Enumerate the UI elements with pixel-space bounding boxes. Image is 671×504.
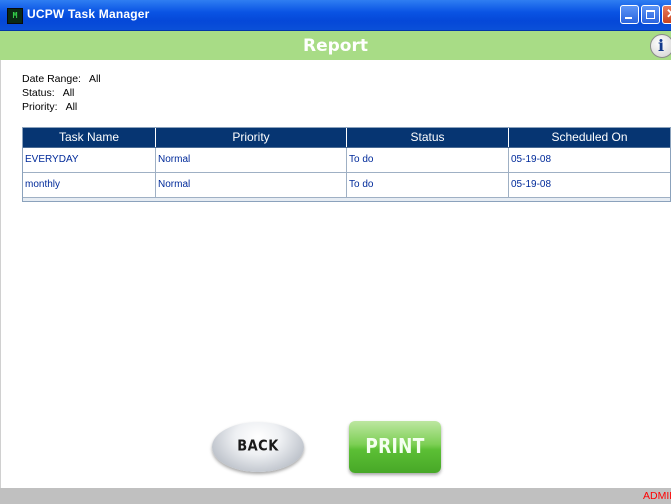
cell-priority: Normal [156,148,347,172]
minimize-icon [625,17,632,19]
cell-task-name: monthly [23,173,156,197]
close-button[interactable]: ✕ [662,5,671,24]
table-footer-edge [23,198,670,201]
app-icon: M [7,8,23,24]
info-icon-glyph: i [658,36,665,55]
print-button[interactable]: PRINT [349,421,441,473]
cell-status: To do [347,173,509,197]
maximize-icon [646,10,655,19]
priority-label: Priority: [22,101,58,113]
print-button-label: PRINT [365,435,425,459]
status-bar: ADMIN [0,488,671,504]
cell-priority: Normal [156,173,347,197]
minimize-button[interactable] [620,5,639,24]
date-range-value: All [88,73,101,85]
info-icon[interactable]: i [650,34,671,58]
priority-value: All [65,101,78,113]
table-row[interactable]: EVERYDAY Normal To do 05-19-08 [23,148,670,173]
window-title: UCPW Task Manager [27,7,150,21]
logged-in-user: ADMIN [643,490,671,502]
page-title: Report [303,36,368,56]
status-label: Status: [22,87,55,99]
column-header-task-name[interactable]: Task Name [23,128,156,147]
date-range-filter: Date Range: All [22,72,101,86]
window-title-bar[interactable]: M UCPW Task Manager ✕ [0,0,671,31]
cell-scheduled-on: 05-19-08 [511,154,552,165]
table-header: Task Name Priority Status Scheduled On [23,128,670,148]
column-header-priority[interactable]: Priority [156,128,347,147]
cell-status: To do [347,148,509,172]
task-report-table[interactable]: Task Name Priority Status Scheduled On E… [22,127,671,202]
status-filter: Status: All [22,86,101,100]
window-left-border [0,60,1,488]
priority-filter: Priority: All [22,100,101,114]
maximize-button[interactable] [641,5,660,24]
table-row[interactable]: monthly Normal To do 05-19-08 [23,173,670,198]
cell-scheduled-on: 05-19-08 [511,179,552,190]
back-button[interactable]: BACK [212,422,304,472]
back-button-label: BACK [237,437,279,456]
status-value: All [62,87,75,99]
column-header-scheduled-on[interactable]: Scheduled On [509,128,670,147]
report-filters: Date Range: All Status: All Priority: All [22,72,101,114]
cell-task-name: EVERYDAY [23,148,156,172]
date-range-label: Date Range: [22,73,81,85]
report-header-bar: Report i [0,31,671,60]
close-icon: ✕ [666,6,671,22]
column-header-status[interactable]: Status [347,128,509,147]
